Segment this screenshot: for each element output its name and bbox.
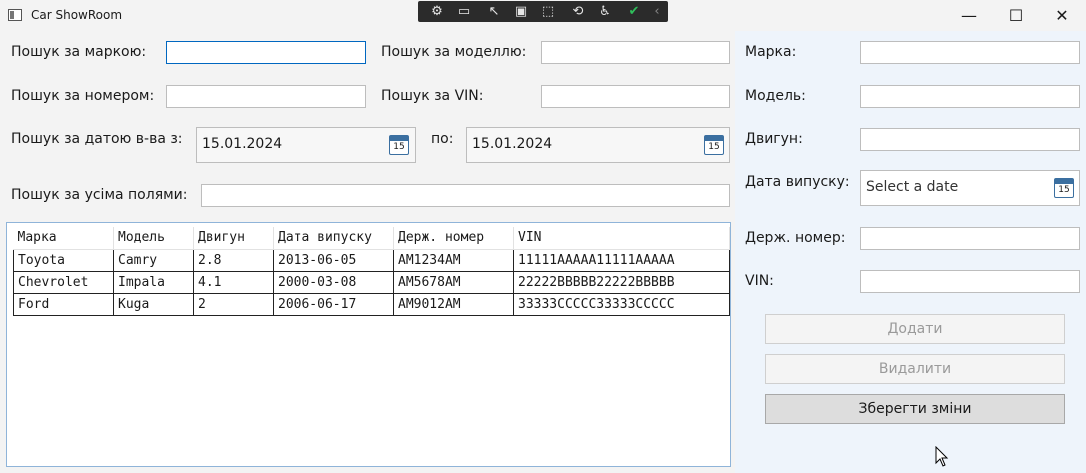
form-model-input[interactable] — [860, 85, 1080, 108]
save-changes-button[interactable]: Зберегти зміни — [765, 394, 1065, 424]
table-cell[interactable]: 2.8 — [193, 248, 274, 272]
table-row[interactable]: Toyota Camry 2.8 2013-06-05 AM1234AM 111… — [13, 248, 730, 272]
cars-table: Марка Модель Двигун Дата випуску Держ. н… — [13, 227, 730, 316]
calendar-icon[interactable]: 15 — [389, 135, 409, 155]
table-cell[interactable]: 11111AAAAA11111AAAAA — [513, 248, 730, 272]
search-number-input[interactable] — [166, 85, 366, 108]
search-date-from-label: Пошук за датою в-ва з: — [11, 131, 183, 147]
table-header-row: Марка Модель Двигун Дата випуску Держ. н… — [13, 227, 730, 250]
table-row[interactable]: Chevrolet Impala 4.1 2000-03-08 AM5678AM… — [13, 270, 730, 294]
check-icon[interactable]: ✔ — [625, 3, 643, 20]
mouse-cursor-icon — [935, 446, 949, 467]
video-icon[interactable]: ▭ — [455, 3, 473, 20]
binding-icon[interactable]: ⟲ — [569, 3, 587, 20]
column-header[interactable]: Марка — [13, 227, 114, 250]
form-vin-input[interactable] — [860, 270, 1080, 293]
select-element-icon[interactable]: ⚙ — [428, 3, 446, 20]
collapse-icon[interactable]: ‹ — [648, 3, 666, 20]
column-header[interactable]: Модель — [113, 227, 194, 250]
close-button[interactable]: ✕ — [1039, 0, 1085, 31]
table-cell[interactable]: AM1234AM — [393, 248, 514, 272]
pointer-icon[interactable]: ↖ — [485, 3, 503, 20]
search-date-to-label: по: — [431, 131, 454, 147]
search-model-label: Пошук за моделлю: — [381, 44, 527, 60]
date-from-picker[interactable]: 15.01.2024 15 — [196, 127, 416, 163]
date-from-value: 15.01.2024 — [202, 136, 283, 152]
table-row[interactable]: Ford Kuga 2 2006-06-17 AM9012AM 33333CCC… — [13, 292, 730, 316]
table-cell[interactable]: 2000-03-08 — [273, 270, 394, 294]
table-cell[interactable]: 4.1 — [193, 270, 274, 294]
cars-data-grid[interactable]: Марка Модель Двигун Дата випуску Держ. н… — [6, 222, 731, 467]
track-focus-icon[interactable]: ⬚ — [539, 3, 557, 20]
form-plate-label: Держ. номер: — [745, 230, 846, 246]
table-cell[interactable]: 2006-06-17 — [273, 292, 394, 316]
table-cell[interactable]: 22222BBBBB22222BBBBB — [513, 270, 730, 294]
date-to-picker[interactable]: 15.01.2024 15 — [466, 127, 730, 163]
form-engine-label: Двигун: — [745, 131, 803, 147]
app-icon — [8, 9, 22, 21]
release-date-picker[interactable]: Select a date 15 — [860, 170, 1080, 206]
minimize-button[interactable]: — — [946, 0, 992, 31]
display-layout-icon[interactable]: ▣ — [512, 3, 530, 20]
column-header[interactable]: Двигун — [193, 227, 274, 250]
maximize-button[interactable]: ☐ — [993, 0, 1039, 31]
release-date-placeholder: Select a date — [866, 179, 959, 195]
search-vin-label: Пошук за VIN: — [381, 88, 484, 104]
form-engine-input[interactable] — [860, 128, 1080, 151]
table-cell[interactable]: Impala — [113, 270, 194, 294]
calendar-icon[interactable]: 15 — [1054, 178, 1074, 198]
search-all-input[interactable] — [201, 184, 730, 207]
form-brand-label: Марка: — [745, 44, 797, 60]
window-title: Car ShowRoom — [31, 8, 123, 22]
table-cell[interactable]: Camry — [113, 248, 194, 272]
add-button[interactable]: Додати — [765, 314, 1065, 344]
table-cell[interactable]: 2 — [193, 292, 274, 316]
table-cell[interactable]: 33333CCCCC33333CCCCC — [513, 292, 730, 316]
search-number-label: Пошук за номером: — [11, 88, 155, 104]
calendar-icon[interactable]: 15 — [704, 135, 724, 155]
table-cell[interactable]: Ford — [13, 292, 114, 316]
table-cell[interactable]: 2013-06-05 — [273, 248, 394, 272]
column-header[interactable]: Держ. номер — [393, 227, 514, 250]
title-bar: Car ShowRoom ⚙ ▭ ↖ ▣ ⬚ ⟲ ♿ ✔ ‹ — ☐ ✕ — [0, 0, 1086, 31]
search-brand-input[interactable] — [166, 41, 366, 64]
search-all-label: Пошук за усіма полями: — [11, 187, 188, 203]
form-release-label: Дата випуску: — [745, 174, 850, 190]
search-model-input[interactable] — [541, 41, 730, 64]
search-vin-input[interactable] — [541, 85, 730, 108]
form-model-label: Модель: — [745, 88, 806, 104]
form-plate-input[interactable] — [860, 227, 1080, 250]
form-brand-input[interactable] — [860, 41, 1080, 64]
delete-button[interactable]: Видалити — [765, 354, 1065, 384]
table-cell[interactable]: AM5678AM — [393, 270, 514, 294]
column-header[interactable]: VIN — [513, 227, 730, 250]
table-cell[interactable]: AM9012AM — [393, 292, 514, 316]
search-brand-label: Пошук за маркою: — [11, 44, 147, 60]
debug-toolbar: ⚙ ▭ ↖ ▣ ⬚ ⟲ ♿ ✔ ‹ — [418, 1, 668, 22]
column-header[interactable]: Дата випуску — [273, 227, 394, 250]
table-cell[interactable]: Toyota — [13, 248, 114, 272]
date-to-value: 15.01.2024 — [472, 136, 553, 152]
form-vin-label: VIN: — [745, 273, 774, 289]
table-cell[interactable]: Kuga — [113, 292, 194, 316]
table-cell[interactable]: Chevrolet — [13, 270, 114, 294]
accessibility-icon[interactable]: ♿ — [596, 3, 614, 20]
